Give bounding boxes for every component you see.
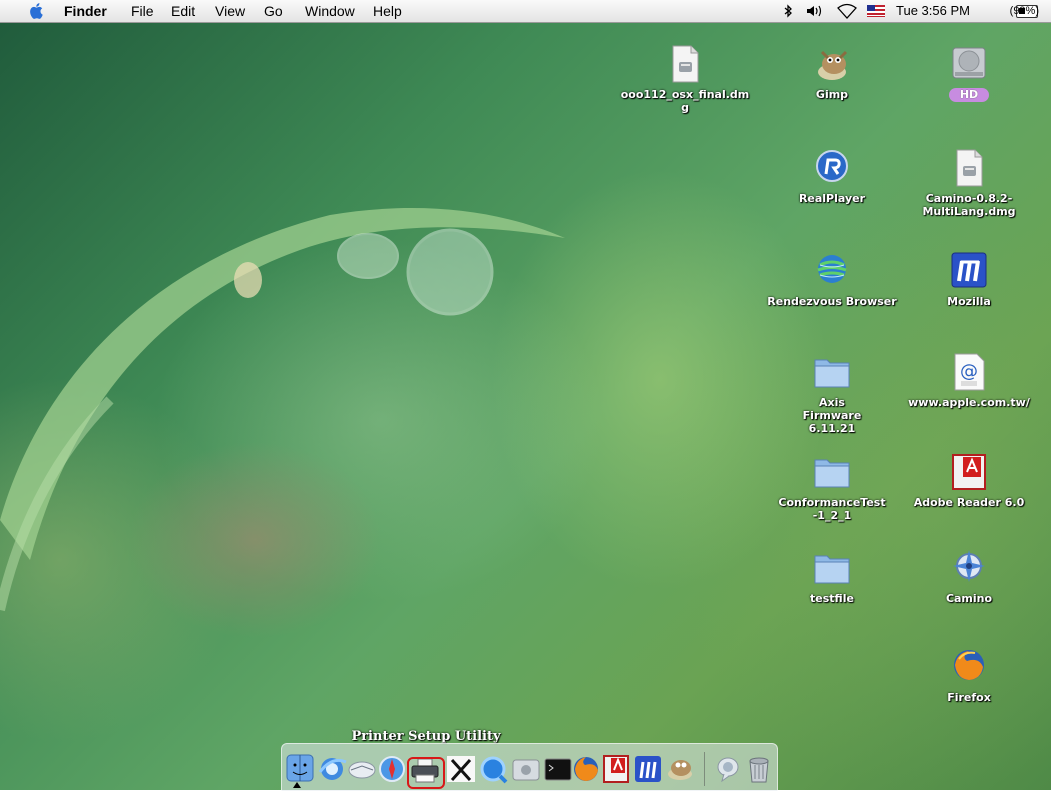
airport-wifi-icon[interactable] [836, 3, 858, 19]
disk-image-icon [956, 149, 983, 187]
menu-finder[interactable]: Finder [64, 3, 107, 19]
menu-go[interactable]: Go [264, 3, 283, 19]
trash-icon[interactable] [743, 752, 775, 786]
mozilla-icon [951, 252, 987, 288]
menu-file[interactable]: File [131, 3, 154, 19]
safari-icon[interactable] [376, 752, 408, 786]
menu-window[interactable]: Window [305, 3, 355, 19]
internet-explorer-icon[interactable] [316, 752, 348, 786]
firefox-icon[interactable] [570, 752, 602, 786]
desktop-icon-label: Axis Firmware 6.11.21 [802, 396, 862, 435]
realplayer-icon [816, 150, 848, 182]
desktop-icon-label: ooo112_osx_final.dmg [620, 88, 750, 114]
svg-text:@: @ [960, 361, 978, 382]
system-preferences-icon[interactable] [510, 752, 542, 786]
hard-drive-icon [952, 47, 986, 79]
desktop-icon-label: ConformanceTest -1_2_1 [778, 496, 886, 522]
menu-bar: Finder File Edit View Go Window Help Tue… [0, 0, 1051, 23]
menu-edit[interactable]: Edit [171, 3, 195, 19]
desktop-icon-label: Adobe Reader 6.0 [913, 496, 1025, 509]
globe-icon [817, 255, 847, 283]
dock-divider [704, 752, 705, 786]
menu-view[interactable]: View [215, 3, 245, 19]
desktop-icon-label: Gimp [815, 88, 849, 101]
x11-icon[interactable] [445, 752, 477, 786]
gimp-icon [818, 50, 848, 80]
disk-image-icon [672, 45, 699, 83]
adobe-reader-icon[interactable] [600, 752, 632, 786]
mozilla-icon[interactable] [632, 752, 664, 786]
camino-icon [953, 550, 985, 582]
quicktime-icon[interactable] [478, 752, 510, 786]
desktop-icon-label: RealPlayer [798, 192, 866, 205]
finder-icon[interactable] [284, 752, 316, 786]
battery-percent: (99%) [1009, 5, 1039, 17]
printer-dock-highlight [407, 757, 445, 789]
desktop-icon-label: testfile [810, 592, 854, 605]
menu-help[interactable]: Help [373, 3, 402, 19]
web-location-icon: @ [954, 353, 985, 391]
dock-tooltip: Printer Setup Utility [351, 729, 501, 744]
firefox-icon [954, 650, 984, 680]
ichat-icon[interactable] [712, 752, 744, 786]
wallpaper-leaf [0, 208, 565, 612]
desktop-icon-label: HD [949, 88, 989, 102]
desktop-icon-label: Camino-0.8.2-MultiLang.dmg [922, 192, 1016, 218]
gimp-icon[interactable] [664, 752, 696, 786]
bluetooth-icon[interactable] [783, 4, 793, 18]
adobe-reader-icon [952, 454, 986, 490]
desktop-icon-label: Mozilla [947, 295, 991, 308]
desktop-icon-label: Camino [945, 592, 993, 605]
folder-icon [814, 555, 850, 584]
mail-icon[interactable] [346, 752, 378, 786]
desktop-background[interactable] [0, 0, 1051, 790]
folder-icon [814, 359, 850, 388]
menubar-clock[interactable]: Tue 3:56 PM [896, 3, 970, 19]
finder-running-indicator [293, 782, 301, 788]
desktop-icon-label: Rendezvous Browser [767, 295, 897, 308]
apple-menu-icon[interactable] [28, 2, 46, 20]
us-flag-input-icon[interactable] [867, 5, 885, 17]
desktop-icon-label: www.apple.com.tw/ [908, 396, 1030, 409]
desktop-icon-label: Firefox [947, 691, 991, 704]
volume-icon[interactable] [806, 4, 826, 18]
folder-icon [814, 459, 850, 488]
